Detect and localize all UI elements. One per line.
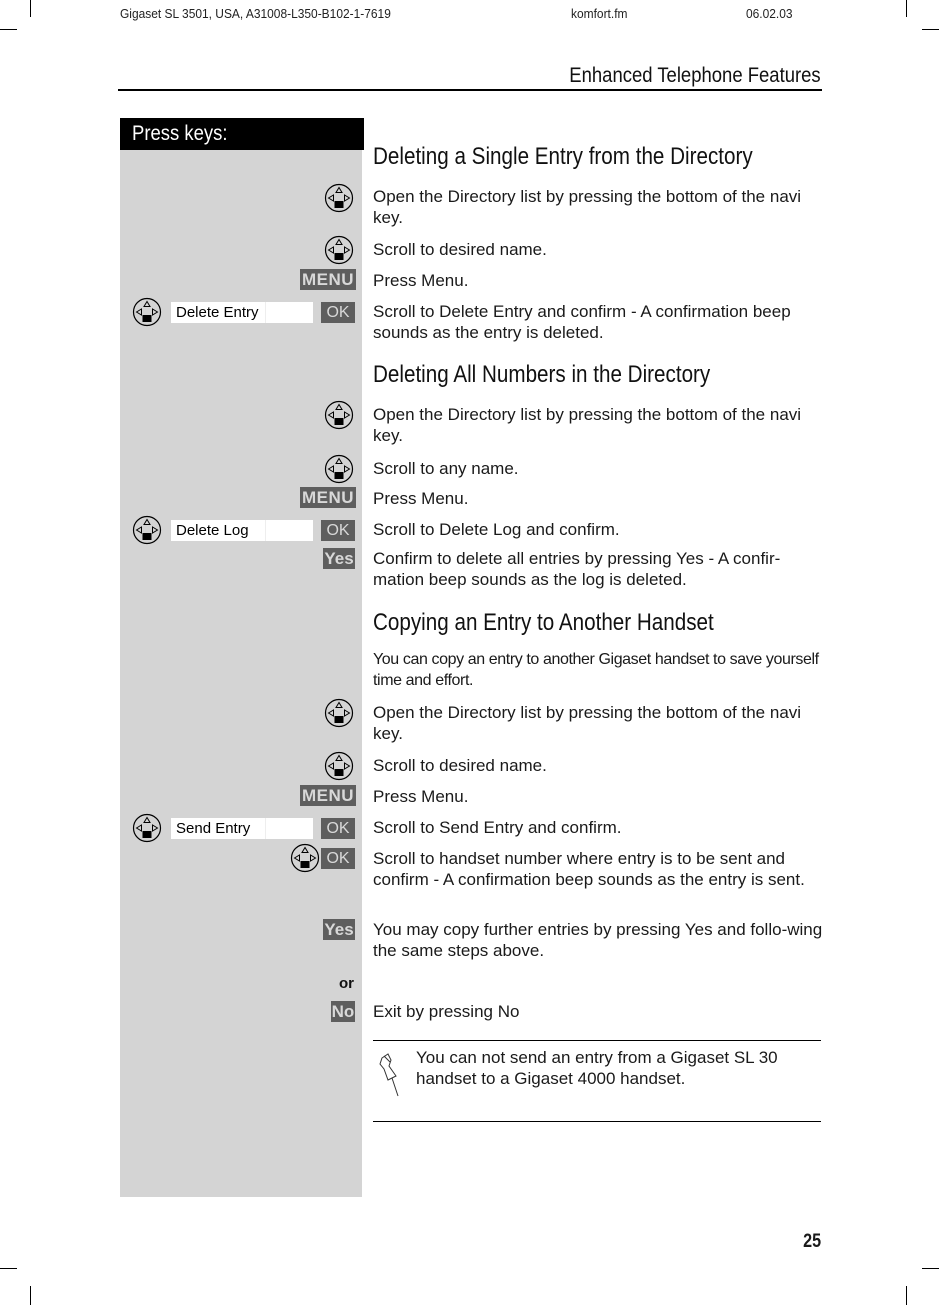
section-title: Deleting a Single Entry from the Directo… bbox=[373, 143, 753, 170]
crop-mark bbox=[906, 0, 907, 17]
crop-mark bbox=[30, 0, 31, 17]
section-title: Deleting All Numbers in the Directory bbox=[373, 361, 711, 388]
note-bottom-rule bbox=[373, 1121, 821, 1122]
step-text: You may copy further entries by pressing… bbox=[373, 920, 823, 960]
display-send-entry: Send Entry bbox=[171, 818, 313, 839]
file-name: komfort.fm bbox=[571, 6, 628, 21]
step-text: Confirm to delete all entries by pressin… bbox=[373, 549, 781, 589]
ok-key[interactable]: OK bbox=[321, 520, 355, 541]
crop-mark bbox=[0, 1268, 17, 1269]
step-text: Scroll to any name. bbox=[373, 459, 519, 478]
pushpin-icon bbox=[379, 1053, 399, 1097]
ok-key[interactable]: OK bbox=[321, 848, 355, 869]
chapter-rule bbox=[118, 89, 822, 91]
step-text: Scroll to desired name. bbox=[373, 240, 547, 259]
no-key[interactable]: No bbox=[331, 1001, 355, 1022]
step-text: Open the Directory list by pressing the … bbox=[373, 187, 802, 227]
navi-key-icon[interactable] bbox=[324, 454, 354, 484]
step-text: Scroll to Send Entry and confirm. bbox=[373, 818, 622, 837]
menu-key[interactable]: MENU bbox=[300, 269, 356, 290]
step-text: Scroll to desired name. bbox=[373, 756, 547, 775]
display-delete-entry: Delete Entry bbox=[171, 302, 313, 323]
step-text: Scroll to Delete Log and confirm. bbox=[373, 520, 620, 539]
ok-key[interactable]: OK bbox=[321, 818, 355, 839]
step-text: Scroll to handset number where entry is … bbox=[373, 849, 805, 889]
yes-key[interactable]: Yes bbox=[323, 548, 355, 569]
print-date: 06.02.03 bbox=[746, 6, 793, 21]
navi-key-icon[interactable] bbox=[132, 813, 162, 843]
navi-key-icon[interactable] bbox=[290, 843, 320, 873]
step-text: Press Menu. bbox=[373, 787, 469, 806]
menu-key[interactable]: MENU bbox=[300, 785, 356, 806]
crop-mark bbox=[906, 1286, 907, 1305]
crop-mark bbox=[30, 1286, 31, 1305]
step-text: Exit by pressing No bbox=[373, 1002, 520, 1021]
navi-key-icon[interactable] bbox=[324, 698, 354, 728]
navi-key-icon[interactable] bbox=[324, 183, 354, 213]
note-text: You can not send an entry from a Gigaset… bbox=[416, 1048, 778, 1088]
crop-mark bbox=[922, 1268, 939, 1269]
crop-mark bbox=[922, 29, 939, 30]
section-title: Copying an Entry to Another Handset bbox=[373, 609, 714, 636]
or-label: or bbox=[339, 975, 354, 992]
step-text: Press Menu. bbox=[373, 489, 469, 508]
note-top-rule bbox=[373, 1040, 821, 1041]
step-text: Press Menu. bbox=[373, 271, 469, 290]
crop-mark bbox=[0, 29, 17, 30]
section-intro: You can copy an entry to another Gigaset… bbox=[373, 651, 819, 689]
step-text: Open the Directory list by pressing the … bbox=[373, 703, 802, 743]
document-id: Gigaset SL 3501, USA, A31008-L350-B102-1… bbox=[120, 6, 391, 21]
navi-key-icon[interactable] bbox=[132, 515, 162, 545]
navi-key-icon[interactable] bbox=[324, 751, 354, 781]
step-text: Scroll to Delete Entry and confirm - A c… bbox=[373, 302, 791, 342]
menu-key[interactable]: MENU bbox=[300, 487, 356, 508]
step-text: Open the Directory list by pressing the … bbox=[373, 405, 802, 445]
navi-key-icon[interactable] bbox=[132, 297, 162, 327]
keys-column-header: Press keys: bbox=[120, 118, 364, 150]
ok-key[interactable]: OK bbox=[321, 302, 355, 323]
page-number: 25 bbox=[803, 1231, 821, 1252]
chapter-title: Enhanced Telephone Features bbox=[569, 64, 821, 87]
display-delete-log: Delete Log bbox=[171, 520, 313, 541]
yes-key[interactable]: Yes bbox=[323, 919, 355, 940]
navi-key-icon[interactable] bbox=[324, 235, 354, 265]
navi-key-icon[interactable] bbox=[324, 400, 354, 430]
